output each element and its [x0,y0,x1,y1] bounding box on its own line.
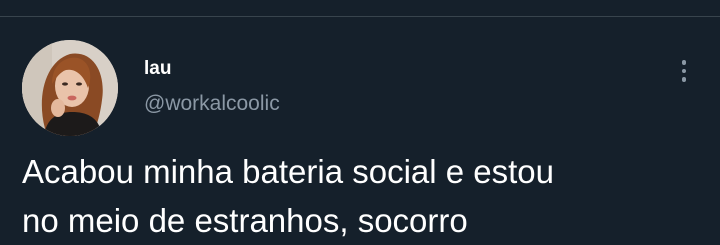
more-options-button[interactable] [670,57,698,85]
author-display-name[interactable]: lau [144,57,280,81]
tweet-author[interactable]: lau @workalcoolic [144,57,280,117]
tweet-text: Acabou minha bateria social e estou no m… [22,153,554,239]
more-vertical-icon [681,60,687,65]
more-dot [681,77,687,82]
more-dot [681,68,687,74]
avatar[interactable] [22,40,118,136]
avatar-photo-icon [22,40,118,136]
author-handle[interactable]: @workalcoolic [144,91,280,117]
tweet[interactable]: lau @workalcoolic Acabou minha bateria s… [0,17,720,240]
